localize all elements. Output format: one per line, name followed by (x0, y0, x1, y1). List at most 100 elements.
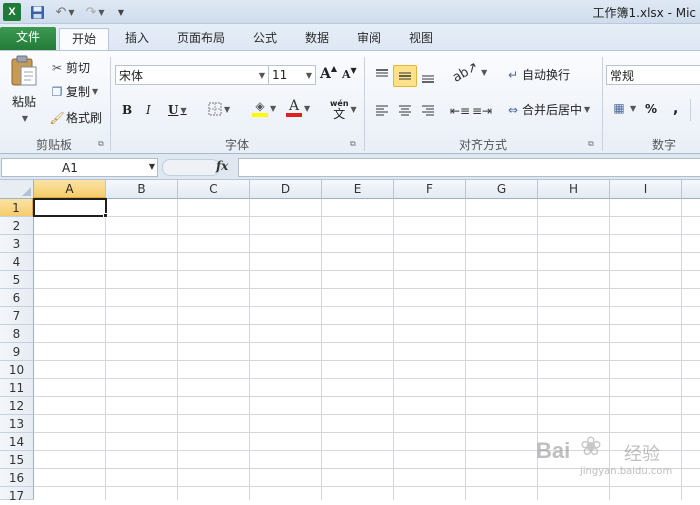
row-header-17[interactable]: 17 (0, 487, 34, 503)
borders-button[interactable]: ▼ (208, 102, 230, 116)
save-button[interactable] (28, 3, 46, 21)
column-header-a[interactable]: A (34, 180, 106, 199)
phonetic-guide-button[interactable]: wén 文 ▼ (330, 99, 357, 121)
number-format-combo[interactable]: 常规 (606, 65, 700, 85)
fill-color-button[interactable]: ◈ ▼ (252, 99, 276, 117)
font-size-combo[interactable]: 11 ▼ (268, 65, 316, 85)
decrease-indent-icon: ⇤≡ (449, 104, 471, 118)
wrap-text-label: 自动换行 (522, 68, 571, 82)
bold-button[interactable]: B (122, 103, 132, 117)
row-header-9[interactable]: 9 (0, 343, 34, 361)
tab-insert[interactable]: 插入 (114, 28, 160, 51)
paw-icon: ❀ (580, 432, 602, 462)
font-dialog-launcher-icon[interactable]: ⧉ (350, 139, 356, 149)
cut-button[interactable]: ✂ 剪切 (48, 59, 90, 76)
row-header-6[interactable]: 6 (0, 289, 34, 307)
merge-cells-icon: ⇔ (507, 102, 519, 117)
align-right-button[interactable] (418, 101, 438, 121)
active-cell-a1[interactable] (33, 198, 107, 217)
align-center-button[interactable] (395, 101, 415, 121)
paste-button[interactable]: 粘贴 ▼ (6, 55, 42, 131)
column-header-f[interactable]: F (394, 180, 466, 199)
excel-app-icon[interactable]: X (3, 3, 21, 21)
format-painter-button[interactable]: 🖌 格式刷 (48, 109, 102, 126)
chevron-down-icon: ▼ (92, 87, 99, 96)
underline-icon: U (168, 103, 179, 117)
tab-view[interactable]: 视图 (398, 28, 444, 51)
redo-button[interactable]: ↷ ▼ (82, 3, 108, 21)
row-header-3[interactable]: 3 (0, 235, 34, 253)
row-header-16[interactable]: 16 (0, 469, 34, 487)
row-header-1[interactable]: 1 (0, 199, 34, 217)
row-header-13[interactable]: 13 (0, 415, 34, 433)
row-header-2[interactable]: 2 (0, 217, 34, 235)
percent-style-button[interactable]: % (645, 102, 657, 116)
align-bottom-button[interactable] (418, 67, 438, 87)
app-icon-letter: X (8, 6, 16, 18)
grow-font-button[interactable]: A ▲ (320, 63, 337, 82)
comma-style-button[interactable]: , (673, 101, 678, 117)
watermark-text: 经验 (624, 444, 660, 465)
formula-bar: A1 ▼ fx (0, 154, 700, 180)
orientation-icon: ab↗ (450, 59, 482, 86)
font-name-combo[interactable]: 宋体 ▼ (115, 65, 269, 85)
chevron-down-icon: ▼ (304, 103, 311, 113)
phonetic-bottom: 文 (333, 107, 346, 121)
tab-home[interactable]: 开始 (59, 28, 109, 51)
row-header-7[interactable]: 7 (0, 307, 34, 325)
row-header-4[interactable]: 4 (0, 253, 34, 271)
column-header-partial[interactable] (682, 180, 700, 199)
row-header-10[interactable]: 10 (0, 361, 34, 379)
wrap-text-button[interactable]: ↵ 自动换行 (504, 66, 570, 83)
decrease-indent-button[interactable]: ⇤≡ (450, 101, 470, 121)
shrink-font-button[interactable]: A ▼ (342, 65, 357, 82)
column-header-c[interactable]: C (178, 180, 250, 199)
tab-formulas[interactable]: 公式 (242, 28, 288, 51)
tab-review[interactable]: 审阅 (346, 28, 392, 51)
column-header-i[interactable]: I (610, 180, 682, 199)
merge-center-button[interactable]: ⇔ 合并后居中 ▼ (504, 101, 590, 118)
italic-button[interactable]: I (146, 103, 151, 117)
customize-quick-access-button[interactable]: ▼ (114, 3, 128, 21)
column-header-b[interactable]: B (106, 180, 178, 199)
column-header-e[interactable]: E (322, 180, 394, 199)
name-box[interactable]: A1 ▼ (1, 158, 158, 177)
row-header-5[interactable]: 5 (0, 271, 34, 289)
formula-bar-splitter[interactable] (162, 159, 220, 176)
formula-input[interactable] (238, 158, 700, 177)
align-left-button[interactable] (372, 101, 392, 121)
orientation-button[interactable]: ab↗ ▼ (450, 59, 487, 86)
tab-page-layout[interactable]: 页面布局 (168, 28, 234, 51)
row-header-12[interactable]: 12 (0, 397, 34, 415)
row-header-14[interactable]: 14 (0, 433, 34, 451)
column-header-h[interactable]: H (538, 180, 610, 199)
copy-button[interactable]: ❐ 复制 ▼ (48, 83, 99, 100)
select-all-button[interactable] (0, 180, 34, 199)
fill-handle[interactable] (103, 213, 108, 218)
clipboard-dialog-launcher-icon[interactable]: ⧉ (98, 139, 104, 149)
accounting-format-button[interactable]: ▦ ▼ (610, 101, 636, 115)
bold-icon: B (122, 103, 133, 117)
row-header-11[interactable]: 11 (0, 379, 34, 397)
row-header-8[interactable]: 8 (0, 325, 34, 343)
floppy-disk-icon (30, 5, 44, 19)
undo-button[interactable]: ↶ ▼ (52, 3, 78, 21)
column-header-d[interactable]: D (250, 180, 322, 199)
percent-icon: % (645, 102, 658, 116)
paste-label: 粘贴 (11, 95, 36, 109)
insert-function-icon[interactable]: fx (216, 159, 228, 173)
tab-data[interactable]: 数据 (294, 28, 340, 51)
alignment-dialog-launcher-icon[interactable]: ⧉ (588, 139, 594, 149)
watermark-logo-text: Bai (536, 438, 571, 463)
baidu-jingyan-watermark: Bai ❀ 经验 jingyan.baidu.com (536, 432, 700, 482)
increase-indent-button[interactable]: ≡⇥ (472, 101, 492, 121)
font-color-button[interactable]: A ▼ (286, 99, 310, 117)
row-header-15[interactable]: 15 (0, 451, 34, 469)
align-top-button[interactable] (372, 65, 392, 85)
group-label-font: 字体 (224, 138, 249, 152)
column-header-g[interactable]: G (466, 180, 538, 199)
align-center-icon (399, 105, 411, 116)
underline-button[interactable]: U ▼ (168, 103, 187, 117)
tab-file[interactable]: 文件 (0, 27, 56, 51)
align-middle-button[interactable] (393, 65, 417, 87)
